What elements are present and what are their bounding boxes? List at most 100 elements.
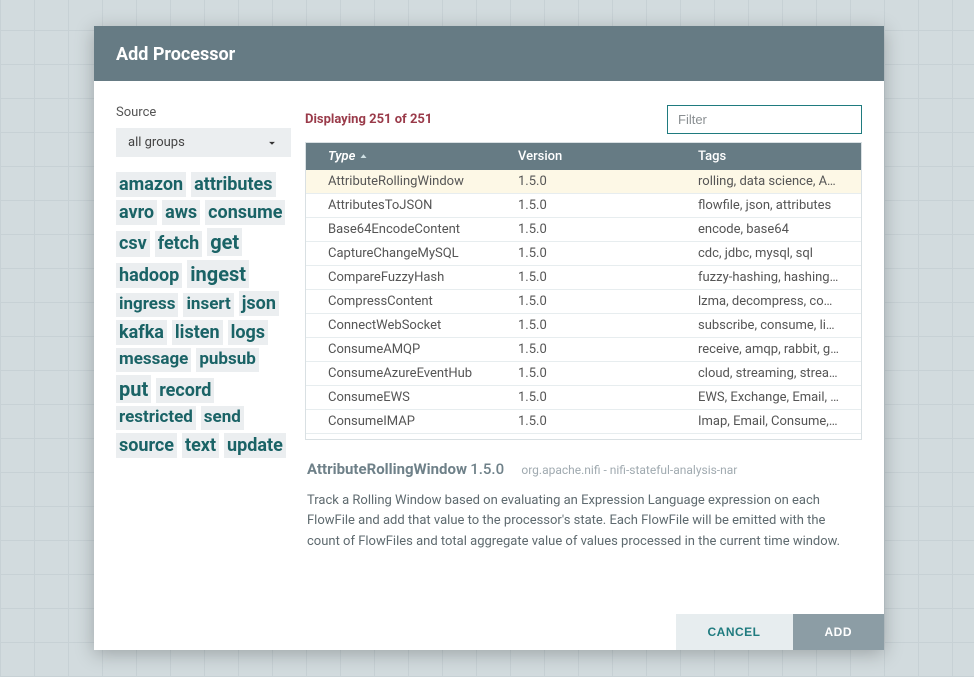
tag-amazon[interactable]: amazon xyxy=(116,172,186,197)
column-header-tags[interactable]: Tags xyxy=(676,143,861,170)
cell-tags: cloud, streaming, streams, eve... xyxy=(676,360,861,387)
tag-update[interactable]: update xyxy=(224,433,286,458)
cell-tags: encode, base64 xyxy=(676,216,861,243)
detail-panel: AttributeRollingWindow 1.5.0 org.apache.… xyxy=(305,440,862,552)
cell-tags: Imap, Email, Consume, Ingest, ... xyxy=(676,408,861,435)
detail-name: AttributeRollingWindow xyxy=(307,460,467,478)
tag-get[interactable]: get xyxy=(207,228,242,256)
detail-version: 1.5.0 xyxy=(470,460,504,478)
tag-source[interactable]: source xyxy=(116,433,177,458)
tag-insert[interactable]: insert xyxy=(183,293,233,317)
source-select-value: all groups xyxy=(128,135,185,150)
cell-tags: receive, amqp, rabbit, get, cons... xyxy=(676,336,861,363)
cell-version: 1.5.0 xyxy=(496,408,676,435)
sort-asc-icon xyxy=(359,152,368,161)
add-processor-dialog: Add Processor Source all groups amazon a… xyxy=(94,26,884,650)
tag-send[interactable]: send xyxy=(201,406,244,430)
cell-tags: lzma, decompress, compress, ... xyxy=(676,288,861,315)
cell-type: AttributesToJSON xyxy=(306,192,496,219)
tag-attributes[interactable]: attributes xyxy=(191,172,275,197)
cell-type: CaptureChangeMySQL xyxy=(306,240,496,267)
sidebar: Source all groups amazon attributes avro… xyxy=(116,105,291,604)
cell-type: ConsumeAzureEventHub xyxy=(306,360,496,387)
tag-hadoop[interactable]: hadoop xyxy=(116,263,182,288)
table-row[interactable]: ConnectWebSocket1.5.0subscribe, consume,… xyxy=(306,314,861,338)
cell-tags: EWS, Exchange, Email, Consu... xyxy=(676,384,861,411)
cell-version: 1.5.0 xyxy=(496,312,676,339)
cancel-button[interactable]: CANCEL xyxy=(676,614,793,650)
cell-tags: jms, receive, get, consume, me... xyxy=(676,432,861,439)
tag-restricted[interactable]: restricted xyxy=(116,406,196,430)
table-row[interactable]: AttributeRollingWindow1.5.0rolling, data… xyxy=(306,170,861,194)
dialog-body: Source all groups amazon attributes avro… xyxy=(94,81,884,614)
table-header: Type Version Tags xyxy=(306,143,861,170)
cell-version: 1.5.0 xyxy=(496,360,676,387)
table-row[interactable]: Base64EncodeContent1.5.0encode, base64 xyxy=(306,218,861,242)
tag-listen[interactable]: listen xyxy=(172,320,223,345)
main-top: Displaying 251 of 251 xyxy=(305,105,862,134)
tag-put[interactable]: put xyxy=(116,375,151,403)
processor-table: Type Version Tags AttributeRollingWindow… xyxy=(305,142,862,440)
result-count: Displaying 251 of 251 xyxy=(305,112,432,127)
column-header-version[interactable]: Version xyxy=(496,143,676,170)
add-button[interactable]: ADD xyxy=(793,614,885,650)
cell-tags: subscribe, consume, listen, We... xyxy=(676,312,861,339)
table-row[interactable]: CompareFuzzyHash1.5.0fuzzy-hashing, hash… xyxy=(306,266,861,290)
cell-type: ConsumeEWS xyxy=(306,384,496,411)
cell-version: 1.5.0 xyxy=(496,432,676,439)
filter-input[interactable] xyxy=(667,105,862,134)
tag-cloud: amazon attributes avro aws consume csv f… xyxy=(116,171,291,460)
table-row[interactable]: ConsumeEWS1.5.0EWS, Exchange, Email, Con… xyxy=(306,386,861,410)
cell-version: 1.5.0 xyxy=(496,240,676,267)
tag-record[interactable]: record xyxy=(156,378,214,403)
source-select[interactable]: all groups xyxy=(116,128,291,157)
cell-type: ConnectWebSocket xyxy=(306,312,496,339)
main-panel: Displaying 251 of 251 Type Version Tags … xyxy=(305,105,862,604)
cell-version: 1.5.0 xyxy=(496,216,676,243)
table-row[interactable]: ConsumeAMQP1.5.0receive, amqp, rabbit, g… xyxy=(306,338,861,362)
cell-version: 1.5.0 xyxy=(496,336,676,363)
tag-kafka[interactable]: kafka xyxy=(116,320,167,345)
cell-type: ConsumeIMAP xyxy=(306,408,496,435)
table-row[interactable]: CompressContent1.5.0lzma, decompress, co… xyxy=(306,290,861,314)
table-row[interactable]: AttributesToJSON1.5.0flowfile, json, att… xyxy=(306,194,861,218)
dialog-footer: CANCEL ADD xyxy=(94,614,884,650)
detail-package: org.apache.nifi - nifi-stateful-analysis… xyxy=(521,463,737,477)
table-row[interactable]: ConsumeAzureEventHub1.5.0cloud, streamin… xyxy=(306,362,861,386)
tag-text[interactable]: text xyxy=(182,433,219,458)
tag-aws[interactable]: aws xyxy=(162,200,200,225)
tag-pubsub[interactable]: pubsub xyxy=(196,348,258,372)
detail-description: Track a Rolling Window based on evaluati… xyxy=(307,491,860,551)
cell-type: ConsumeAMQP xyxy=(306,336,496,363)
tag-avro[interactable]: avro xyxy=(116,200,157,225)
tag-csv[interactable]: csv xyxy=(116,231,150,256)
dialog-title: Add Processor xyxy=(116,44,862,65)
cell-type: CompareFuzzyHash xyxy=(306,264,496,291)
tag-logs[interactable]: logs xyxy=(228,320,268,345)
cell-tags: flowfile, json, attributes xyxy=(676,192,861,219)
source-label: Source xyxy=(116,105,291,120)
table-body[interactable]: AttributeRollingWindow1.5.0rolling, data… xyxy=(306,170,861,439)
cell-type: ConsumeJMS xyxy=(306,432,496,439)
dialog-header: Add Processor xyxy=(94,26,884,81)
cell-version: 1.5.0 xyxy=(496,192,676,219)
cell-type: CompressContent xyxy=(306,288,496,315)
cell-tags: cdc, jdbc, mysql, sql xyxy=(676,240,861,267)
column-header-type[interactable]: Type xyxy=(306,143,496,170)
tag-consume[interactable]: consume xyxy=(205,200,285,225)
cell-version: 1.5.0 xyxy=(496,288,676,315)
cell-type: Base64EncodeContent xyxy=(306,216,496,243)
cell-version: 1.5.0 xyxy=(496,264,676,291)
tag-json[interactable]: json xyxy=(239,291,279,316)
chevron-down-icon xyxy=(265,136,279,150)
table-row[interactable]: ConsumeJMS1.5.0jms, receive, get, consum… xyxy=(306,434,861,439)
tag-ingest[interactable]: ingest xyxy=(187,260,249,288)
tag-ingress[interactable]: ingress xyxy=(116,293,178,317)
detail-title: AttributeRollingWindow 1.5.0 org.apache.… xyxy=(307,458,860,481)
cell-tags: fuzzy-hashing, hashing, cyber-... xyxy=(676,264,861,291)
table-row[interactable]: CaptureChangeMySQL1.5.0cdc, jdbc, mysql,… xyxy=(306,242,861,266)
cell-version: 1.5.0 xyxy=(496,384,676,411)
tag-fetch[interactable]: fetch xyxy=(155,231,203,256)
tag-message[interactable]: message xyxy=(116,348,191,372)
table-row[interactable]: ConsumeIMAP1.5.0Imap, Email, Consume, In… xyxy=(306,410,861,434)
